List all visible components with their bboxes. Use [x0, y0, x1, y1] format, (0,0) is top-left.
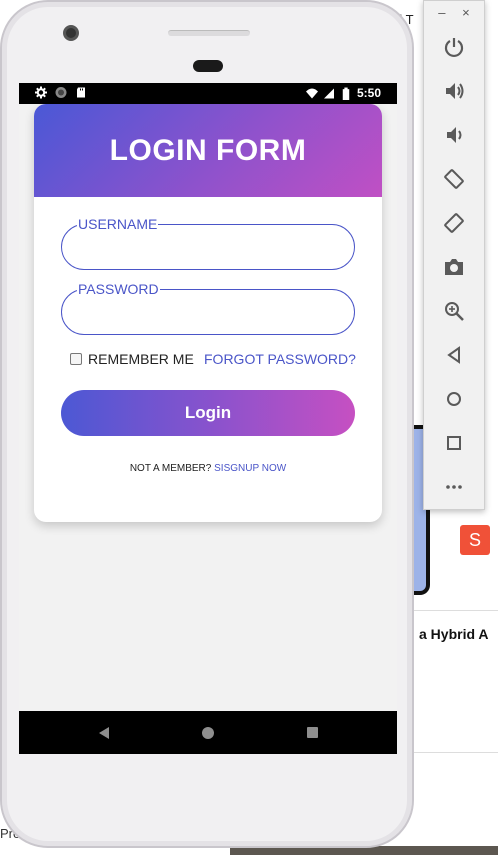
camera-icon: [445, 259, 463, 275]
phone-frame: 5:50 LOGIN FORM USERNAME PASSWORD REMEMB…: [0, 0, 414, 848]
login-header: LOGIN FORM: [34, 104, 382, 197]
sd-card-icon: [77, 87, 85, 98]
overview-icon[interactable]: [307, 727, 318, 738]
signup-row: NOT A MEMBER? SISGNUP NOW: [34, 463, 382, 474]
power-button[interactable]: [424, 25, 484, 69]
status-bar: 5:50: [19, 83, 397, 104]
zoom-button[interactable]: [424, 289, 484, 333]
signup-link[interactable]: SISGNUP NOW: [214, 463, 286, 474]
volume-down-icon: [447, 127, 462, 143]
signal-icon: [323, 88, 334, 98]
host-divider: [405, 610, 498, 611]
password-label: PASSWORD: [77, 281, 160, 297]
login-button[interactable]: Login: [61, 390, 355, 436]
more-icon: [446, 485, 462, 489]
back-icon[interactable]: [99, 727, 109, 739]
remember-me-label[interactable]: REMEMBER ME: [88, 351, 194, 367]
navigation-bar: [19, 711, 397, 754]
password-field[interactable]: PASSWORD: [61, 281, 355, 335]
back-button[interactable]: [424, 333, 484, 377]
host-divider: [405, 752, 498, 753]
battery-icon: [342, 87, 350, 100]
power-icon: [444, 38, 464, 58]
host-caption-fragment[interactable]: a Hybrid A: [419, 626, 489, 642]
emulator-toolbar: – ×: [423, 0, 485, 510]
settings-icon: [35, 86, 47, 99]
overview-icon: [447, 436, 461, 450]
earpiece-speaker: [168, 30, 250, 36]
clock: 5:50: [356, 86, 381, 100]
phone-screen: 5:50 LOGIN FORM USERNAME PASSWORD REMEMB…: [19, 83, 397, 754]
screenshot-button[interactable]: [424, 245, 484, 289]
password-input[interactable]: [78, 300, 338, 326]
username-label: USERNAME: [77, 216, 159, 232]
login-card: LOGIN FORM USERNAME PASSWORD REMEMBER ME…: [34, 104, 382, 522]
close-button[interactable]: ×: [462, 5, 470, 25]
forgot-password-link[interactable]: FORGOT PASSWORD?: [204, 351, 356, 367]
front-camera: [63, 25, 79, 41]
circle-icon: [55, 87, 67, 98]
home-icon: [447, 392, 461, 406]
volume-up-button[interactable]: [424, 69, 484, 113]
rotate-left-icon: [444, 169, 464, 189]
more-button[interactable]: [424, 465, 484, 509]
signup-prompt: NOT A MEMBER?: [129, 463, 215, 474]
remember-me-checkbox[interactable]: [70, 353, 82, 365]
username-input[interactable]: [78, 235, 338, 261]
rotate-left-button[interactable]: [424, 157, 484, 201]
remember-me-toggle[interactable]: REMEMBER ME: [70, 351, 194, 367]
zoom-icon: [445, 302, 464, 321]
wifi-icon: [305, 88, 318, 98]
home-icon[interactable]: [202, 727, 214, 739]
back-icon: [447, 346, 460, 364]
rotate-right-button[interactable]: [424, 201, 484, 245]
rotate-right-icon: [444, 213, 464, 233]
minimize-button[interactable]: –: [438, 5, 445, 25]
username-field[interactable]: USERNAME: [61, 216, 355, 270]
proximity-sensor: [193, 60, 223, 72]
home-button[interactable]: [424, 377, 484, 421]
swift-logo-icon: S: [460, 525, 490, 555]
volume-down-button[interactable]: [424, 113, 484, 157]
overview-button[interactable]: [424, 421, 484, 465]
page-title: LOGIN FORM: [109, 133, 307, 167]
volume-up-icon: [446, 83, 464, 99]
